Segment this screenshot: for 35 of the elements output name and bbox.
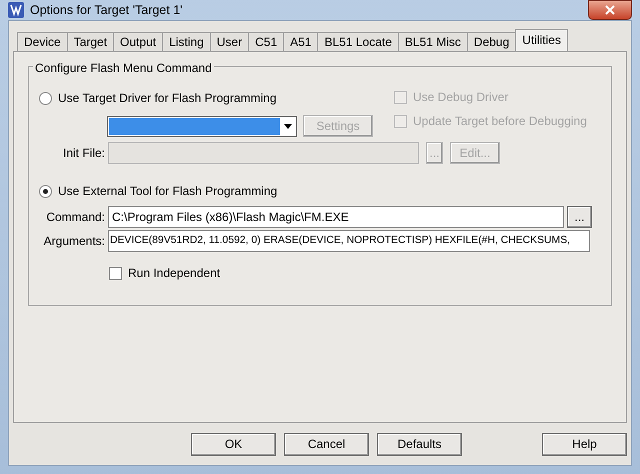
field-label: Init File: (62, 145, 105, 162)
radio-label: Use Target Driver for Flash Programming (58, 90, 277, 107)
dialog-button[interactable]: Cancel (284, 432, 369, 456)
window-title: Options for Target 'Target 1' (30, 2, 183, 19)
dialog-button[interactable]: Defaults (377, 432, 462, 456)
browse-button[interactable]: ... (567, 206, 592, 228)
close-icon (605, 5, 615, 15)
dropdown-arrow-icon (284, 124, 292, 128)
checkbox-label: Update Target before Debugging (413, 113, 587, 130)
radio-button[interactable] (39, 92, 52, 104)
dialog-button[interactable]: Help (542, 432, 627, 456)
app-icon (8, 2, 24, 18)
radio-button[interactable] (39, 184, 52, 198)
tab[interactable]: User (210, 32, 250, 51)
tab[interactable]: Device (17, 32, 68, 51)
tab[interactable]: Listing (162, 32, 211, 51)
tab[interactable]: BL51 Misc (398, 32, 468, 51)
checkbox[interactable] (109, 266, 122, 280)
tab[interactable]: A51 (283, 32, 318, 51)
field-label: Command: (45, 209, 105, 226)
tab[interactable]: Output (113, 32, 164, 51)
tab[interactable]: BL51 Locate (317, 32, 399, 51)
close-button[interactable] (588, 0, 632, 20)
radio-label: Use External Tool for Flash Programming (58, 183, 278, 200)
checkbox-label: Run Independent (128, 265, 220, 282)
dialog-button[interactable]: OK (191, 432, 276, 456)
tab[interactable]: Debug (466, 32, 516, 51)
driver-dropdown[interactable] (107, 116, 297, 136)
arguments-field[interactable]: DEVICE(89V51RD2, 11.0592, 0) ERASE(DEVICE, NOPROTECTISP) HEXFILE(#H, CHECKSUMS, (108, 230, 590, 252)
tab[interactable]: Target (66, 32, 114, 51)
checkbox-label: Use Debug Driver (413, 89, 508, 106)
tab[interactable]: C51 (248, 32, 284, 51)
command-field[interactable]: C:\Program Files (x86)\Flash Magic\FM.EXE (108, 206, 564, 228)
tab[interactable]: Utilities (515, 29, 568, 51)
field-label: Arguments: (42, 233, 105, 250)
